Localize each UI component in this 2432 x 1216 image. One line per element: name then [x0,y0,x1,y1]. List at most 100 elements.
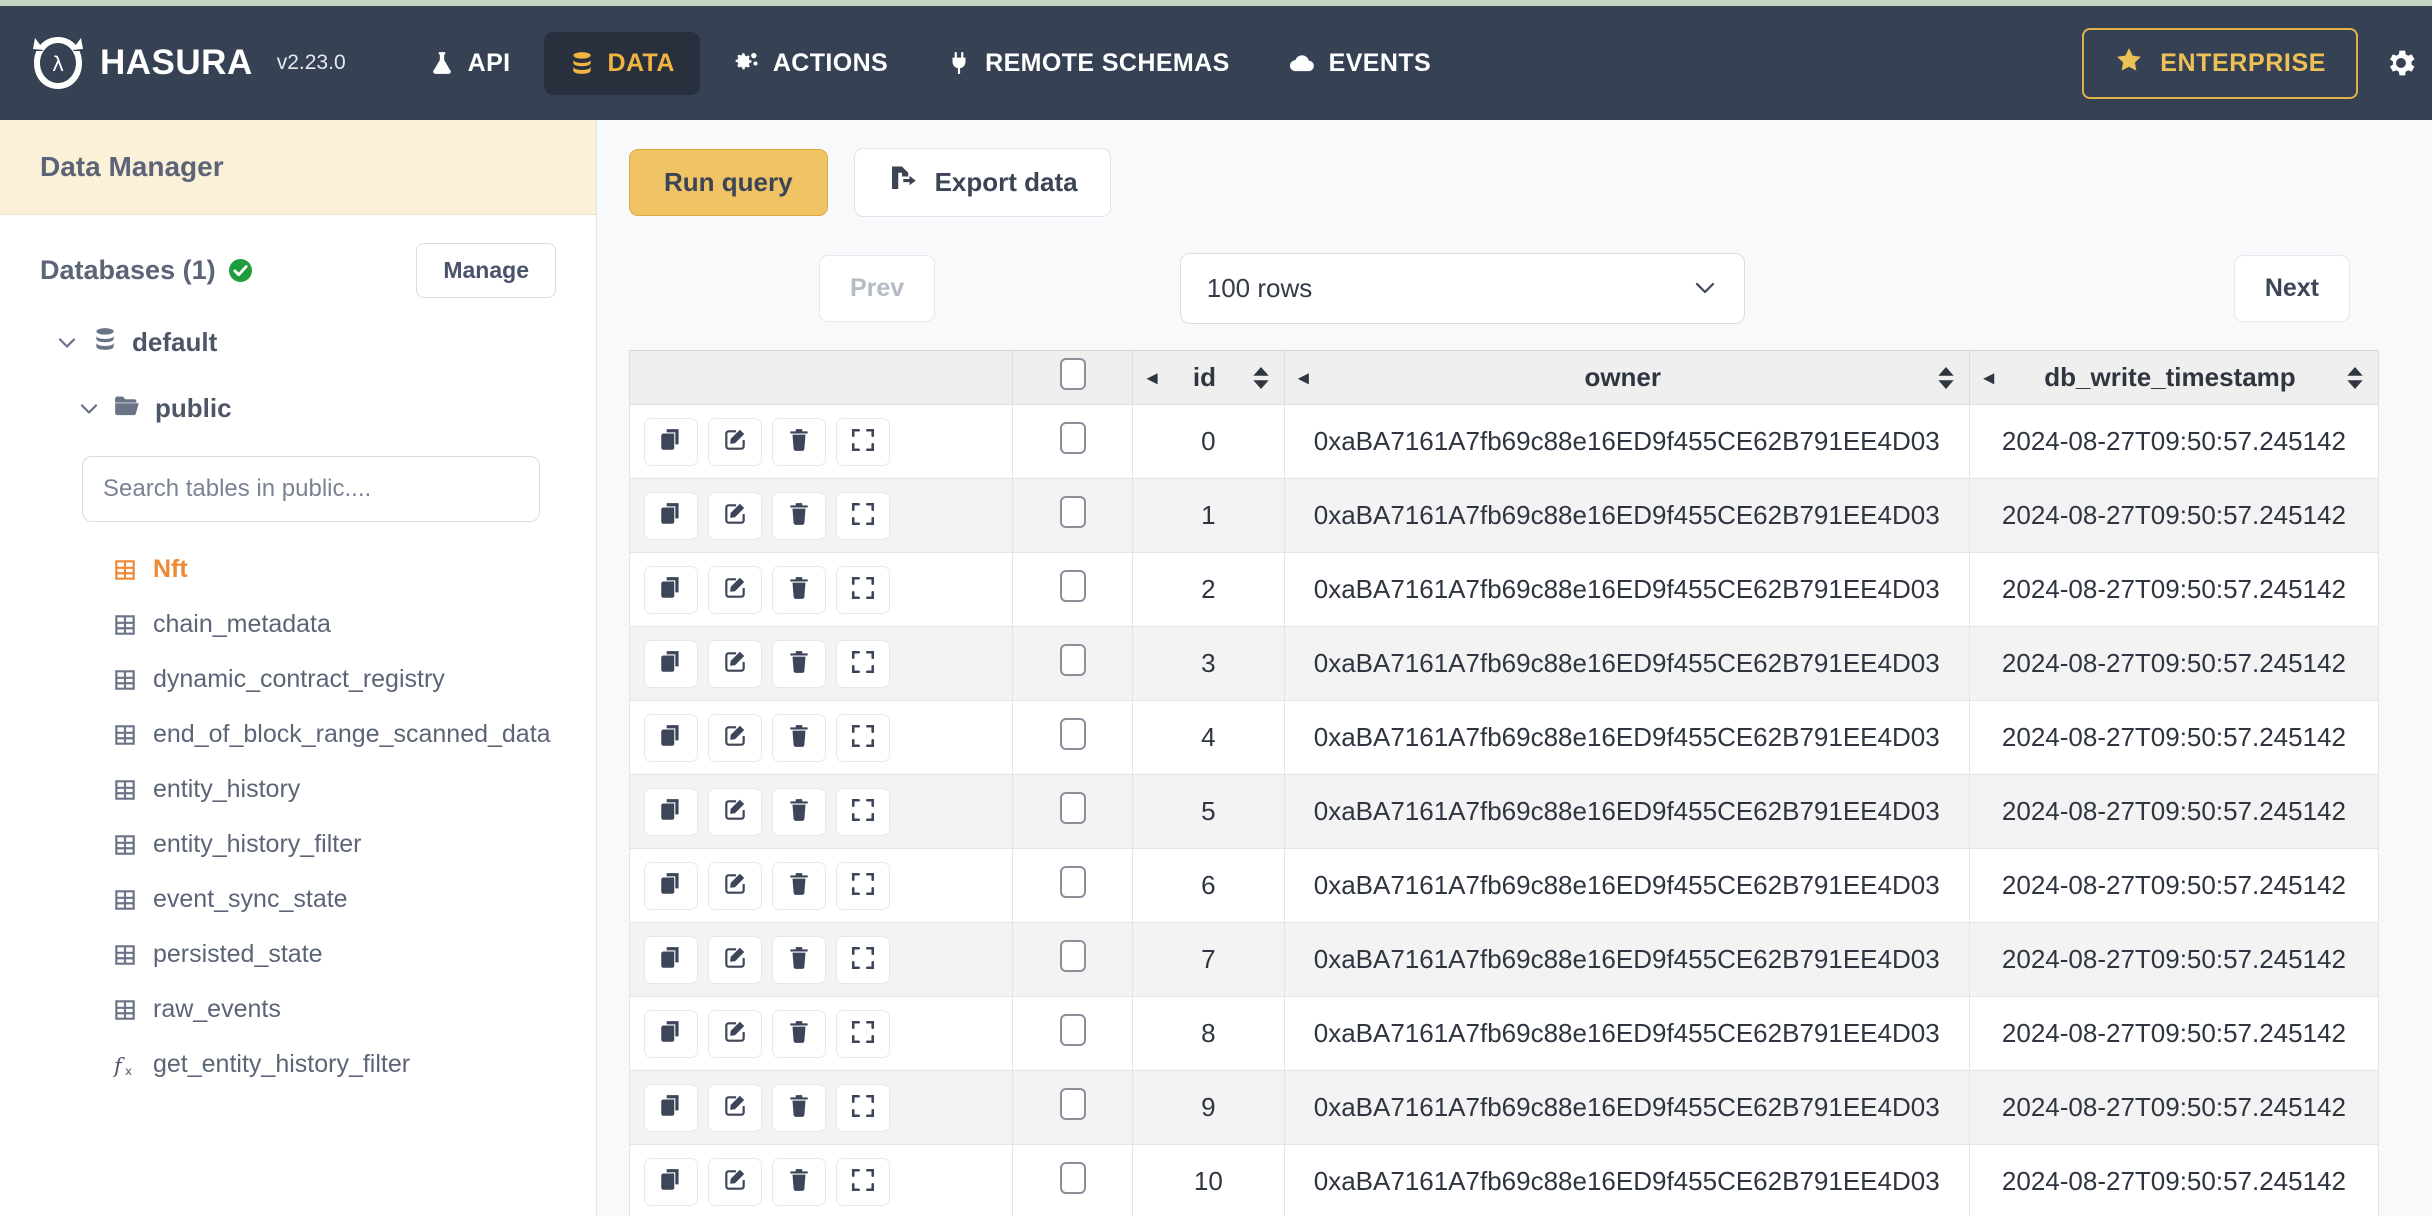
row-clone-button[interactable] [644,1009,698,1058]
row-edit-button[interactable] [708,565,762,614]
chevron-down-icon[interactable] [56,336,78,350]
table-item-event-sync-state[interactable]: event_sync_state [0,872,596,927]
row-clone-button[interactable] [644,417,698,466]
table-item-entity-history-filter[interactable]: entity_history_filter [0,817,596,872]
row-clone-button[interactable] [644,935,698,984]
brand[interactable]: λ HASURA v2.23.0 [30,35,346,91]
row-edit-button[interactable] [708,787,762,836]
sort-toggle-icon[interactable] [1937,366,1955,389]
row-clone-button[interactable] [644,565,698,614]
row-clone-button[interactable] [644,713,698,762]
row-edit-button[interactable] [708,713,762,762]
row-expand-button[interactable] [836,713,890,762]
row-expand-button[interactable] [836,861,890,910]
row-clone-button[interactable] [644,787,698,836]
header-id[interactable]: ◂ id [1132,350,1285,405]
table-item-nft[interactable]: Nft [0,542,596,597]
export-data-button[interactable]: Export data [853,148,1111,217]
table-item-chain-metadata[interactable]: chain_metadata [0,597,596,652]
row-select-checkbox[interactable] [1059,940,1086,972]
manage-button[interactable]: Manage [416,243,556,298]
row-delete-button[interactable] [772,491,826,540]
row-select-checkbox[interactable] [1059,1088,1086,1120]
row-expand-button[interactable] [836,787,890,836]
row-select-checkbox[interactable] [1059,866,1086,898]
data-table-container[interactable]: ◂ id ◂ owner ◂ db_write_timestamp 0 0xaB… [629,350,2380,1216]
table-item-raw-events[interactable]: raw_events [0,982,596,1037]
row-delete-button[interactable] [772,565,826,614]
row-delete-button[interactable] [772,1083,826,1132]
row-edit-button[interactable] [708,1157,762,1206]
row-expand-button[interactable] [836,639,890,688]
collapse-column-icon[interactable]: ◂ [1984,368,1994,388]
row-edit-button[interactable] [708,861,762,910]
sidebar-database-default[interactable]: default [0,308,596,377]
row-expand-button[interactable] [836,565,890,614]
row-select-checkbox[interactable] [1059,718,1086,750]
row-delete-button[interactable] [772,713,826,762]
select-all-checkbox[interactable] [1059,358,1086,390]
row-select-checkbox[interactable] [1059,422,1086,454]
search-tables-input[interactable] [82,456,540,522]
row-edit-button[interactable] [708,417,762,466]
row-edit-button[interactable] [708,935,762,984]
row-select-checkbox[interactable] [1059,792,1086,824]
nav-item-events[interactable]: EVENTS [1263,32,1456,95]
row-expand-button[interactable] [836,1157,890,1206]
header-db-write-timestamp[interactable]: ◂ db_write_timestamp [1968,350,2380,405]
row-delete-button[interactable] [772,417,826,466]
nav-item-data[interactable]: DATA [543,31,700,95]
prev-page-button[interactable]: Prev [819,255,936,322]
row-select-checkbox[interactable] [1059,1162,1086,1194]
row-clone-button[interactable] [644,1083,698,1132]
row-expand-button[interactable] [836,935,890,984]
table-item-entity-history[interactable]: entity_history [0,762,596,817]
row-clone-button[interactable] [644,491,698,540]
enterprise-button[interactable]: ENTERPRISE [2082,27,2358,99]
row-delete-button[interactable] [772,787,826,836]
collapse-column-icon[interactable]: ◂ [1299,368,1309,388]
sort-toggle-icon[interactable] [2346,366,2364,389]
table-item-end-of-block-range-scanned-data[interactable]: end_of_block_range_scanned_data [0,707,596,762]
row-edit-button[interactable] [708,639,762,688]
row-delete-button[interactable] [772,935,826,984]
settings-gear-icon[interactable] [2384,46,2418,80]
table-item-persisted-state[interactable]: persisted_state [0,927,596,982]
table-item-dynamic-contract-registry[interactable]: dynamic_contract_registry [0,652,596,707]
row-delete-button[interactable] [772,639,826,688]
nav-item-api[interactable]: API [404,32,536,95]
sort-toggle-icon[interactable] [1252,366,1270,389]
row-select-checkbox[interactable] [1059,496,1086,528]
row-action-group [644,935,998,984]
row-clone-button[interactable] [644,1157,698,1206]
row-delete-button[interactable] [772,1157,826,1206]
row-delete-button[interactable] [772,861,826,910]
table-item-get-entity-history-filter[interactable]: f x get_entity_history_filter [0,1037,596,1092]
row-delete-button[interactable] [772,1009,826,1058]
nav-item-actions[interactable]: ACTIONS [708,32,913,95]
row-expand-button[interactable] [836,491,890,540]
row-owner-cell: 0xaBA7161A7fb69c88e16ED9f455CE62B791EE4D… [1283,1070,1970,1145]
row-expand-button[interactable] [836,1009,890,1058]
chevron-down-icon[interactable] [78,402,100,416]
row-edit-button[interactable] [708,491,762,540]
row-edit-button[interactable] [708,1083,762,1132]
row-expand-button[interactable] [836,1083,890,1132]
run-query-button[interactable]: Run query [629,149,828,216]
next-page-button[interactable]: Next [2233,255,2350,322]
rows-per-page-select[interactable]: 100 rows [1179,253,1745,324]
row-edit-button[interactable] [708,1009,762,1058]
row-clone-button[interactable] [644,639,698,688]
edit-icon [722,945,748,974]
collapse-column-icon[interactable]: ◂ [1147,368,1157,388]
row-select-checkbox[interactable] [1059,1014,1086,1046]
copy-icon [658,723,684,752]
row-select-checkbox[interactable] [1059,644,1086,676]
header-owner[interactable]: ◂ owner [1283,350,1970,405]
row-clone-button[interactable] [644,861,698,910]
table-item-label: Nft [153,555,188,583]
sidebar-schema-public[interactable]: public [0,377,596,440]
row-expand-button[interactable] [836,417,890,466]
row-select-checkbox[interactable] [1059,570,1086,602]
nav-item-remote-schemas[interactable]: REMOTE SCHEMAS [921,32,1255,95]
